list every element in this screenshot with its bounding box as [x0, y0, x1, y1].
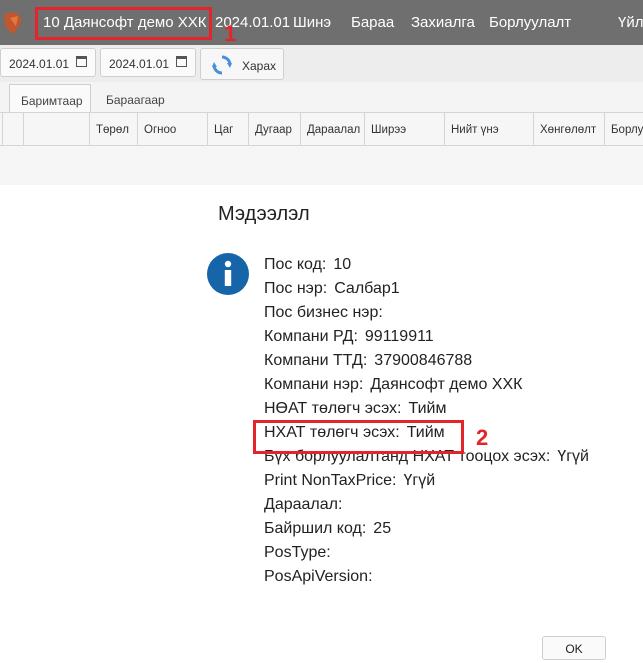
- tab-by-product[interactable]: Бараагаар: [95, 84, 185, 112]
- menu-item-sales[interactable]: Борлуулалт: [489, 14, 571, 31]
- grid-header: Төрөл Огноо Цаг Дугаар Дараалал Ширээ Ни…: [0, 113, 643, 146]
- annotation-number-1: 1: [224, 21, 237, 46]
- grid-col-discount[interactable]: Хөнгөлөлт: [533, 113, 604, 145]
- menu-item-more[interactable]: Үйл: [618, 14, 643, 31]
- grid-col-number[interactable]: Дугаар: [248, 113, 300, 145]
- app-logo-icon: [4, 12, 22, 34]
- info-line-company-name: Компани нэр: Даянсофт демо ХХК: [264, 376, 523, 393]
- highlight-box-company: [35, 7, 212, 40]
- grid-col-indicator: [2, 113, 23, 145]
- toolbar: 2024.01.01 2024.01.01 Харах: [0, 45, 643, 82]
- info-line-posapi-version: PosApiVersion:: [264, 568, 373, 585]
- info-line-vat-payer: НӨАТ төлөгч эсэх: Тийм: [264, 400, 447, 417]
- highlight-box-city-tax: [253, 420, 464, 454]
- info-line-sequence: Дараалал:: [264, 496, 343, 513]
- calendar-icon[interactable]: [176, 56, 187, 67]
- tab-label: Баримтаар: [21, 94, 83, 108]
- view-button[interactable]: Харах: [200, 48, 284, 80]
- tab-bar: Баримтаар Бараагаар: [0, 82, 643, 112]
- ok-button-label: OK: [565, 642, 583, 656]
- date-from-value: 2024.01.01: [9, 57, 70, 71]
- menu-item-orders[interactable]: Захиалга: [411, 14, 475, 31]
- receipts-grid: Төрөл Огноо Цаг Дугаар Дараалал Ширээ Ни…: [0, 112, 643, 186]
- info-line-pos-type: PosType:: [264, 544, 331, 561]
- info-line-pos-business-name: Пос бизнес нэр:: [264, 304, 383, 321]
- date-to-picker[interactable]: 2024.01.01: [100, 48, 196, 77]
- info-line-print-nontax: Print NonTaxPrice: Үгүй: [264, 472, 436, 489]
- menu-item-new[interactable]: Шинэ: [293, 14, 331, 31]
- annotation-number-2: 2: [476, 425, 489, 450]
- info-line-pos-name: Пос нэр: Салбар1: [264, 280, 400, 297]
- grid-col-date[interactable]: Огноо: [137, 113, 207, 145]
- grid-col-blank: [23, 113, 89, 145]
- refresh-icon: [212, 55, 232, 75]
- date-from-picker[interactable]: 2024.01.01: [0, 48, 96, 77]
- tab-label: Бараагаар: [106, 93, 165, 107]
- info-line-pos-code: Пос код: 10: [264, 256, 352, 273]
- date-to-value: 2024.01.01: [109, 57, 170, 71]
- grid-col-sales[interactable]: Борлу: [604, 113, 643, 145]
- tab-by-receipt[interactable]: Баримтаар: [9, 84, 91, 112]
- ok-button[interactable]: OK: [542, 636, 606, 660]
- calendar-icon[interactable]: [76, 56, 87, 67]
- info-line-company-tin: Компани ТТД: 37900846788: [264, 352, 473, 369]
- info-line-location-code: Байршил код: 25: [264, 520, 392, 537]
- info-icon: [207, 253, 249, 295]
- grid-col-total[interactable]: Нийт үнэ: [444, 113, 533, 145]
- grid-col-sequence[interactable]: Дараалал: [300, 113, 364, 145]
- grid-col-type[interactable]: Төрөл: [89, 113, 137, 145]
- grid-col-table[interactable]: Ширээ: [364, 113, 444, 145]
- menu-item-products[interactable]: Бараа: [351, 14, 394, 31]
- info-line-company-reg: Компани РД: 99119911: [264, 328, 434, 345]
- grid-col-time[interactable]: Цаг: [207, 113, 248, 145]
- dialog-title: Мэдээлэл: [218, 203, 310, 225]
- view-button-label: Харах: [242, 59, 277, 73]
